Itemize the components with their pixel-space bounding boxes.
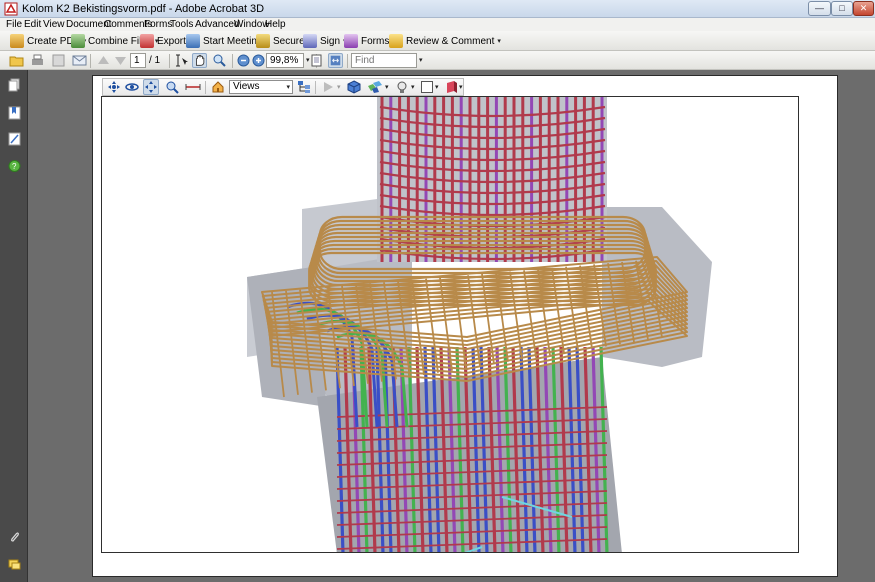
- toolbar-separator: [205, 81, 206, 94]
- title-bar: Kolom K2 Bekistingsvorm.pdf - Adobe Acro…: [0, 0, 875, 18]
- previous-page-icon[interactable]: [96, 53, 111, 68]
- views-dropdown[interactable]: Views ▾: [229, 80, 293, 94]
- toolbar-separator: [169, 54, 170, 68]
- menu-bar: File Edit View Document Comments Forms T…: [0, 18, 875, 31]
- render-mode-dropdown-icon[interactable]: ▾: [385, 83, 389, 91]
- find-dropdown-icon[interactable]: ▾: [419, 56, 423, 64]
- window-title: Kolom K2 Bekistingsvorm.pdf - Adobe Acro…: [22, 3, 265, 15]
- maximize-button[interactable]: □: [831, 1, 853, 16]
- lock-icon: [256, 34, 270, 48]
- menu-help[interactable]: Help: [265, 19, 286, 30]
- combine-files-icon: [71, 34, 85, 48]
- select-text-icon[interactable]: [174, 53, 189, 68]
- background-color-dropdown-icon[interactable]: ▾: [435, 83, 439, 91]
- help-icon[interactable]: ?: [8, 159, 21, 173]
- menu-forms[interactable]: Forms: [144, 19, 172, 30]
- toolbar-separator: [315, 81, 316, 94]
- save-icon[interactable]: [51, 53, 66, 68]
- projection-icon[interactable]: [347, 80, 361, 94]
- svg-text:?: ?: [12, 162, 17, 171]
- pen-icon: [303, 34, 317, 48]
- zoom-level-input[interactable]: 99,8%: [266, 53, 304, 68]
- next-page-icon[interactable]: [113, 53, 128, 68]
- 3d-viewport[interactable]: [101, 96, 799, 553]
- toolbar-separator: [232, 54, 233, 68]
- zoom-3d-icon[interactable]: [165, 80, 179, 94]
- comment-icon: [389, 34, 403, 48]
- comments-icon[interactable]: [8, 558, 21, 572]
- toolbar-separator: [90, 54, 91, 68]
- print-icon[interactable]: [30, 53, 45, 68]
- animation-dropdown-icon[interactable]: ▾: [337, 83, 341, 91]
- close-button[interactable]: ✕: [853, 1, 874, 16]
- export-button[interactable]: Export▾: [140, 33, 192, 49]
- signatures-icon[interactable]: [8, 132, 21, 146]
- rotate-icon[interactable]: [107, 80, 121, 94]
- menu-file[interactable]: File: [6, 19, 22, 30]
- marquee-zoom-icon[interactable]: [212, 53, 227, 68]
- fit-page-icon[interactable]: [309, 53, 324, 68]
- create-pdf-icon: [10, 34, 24, 48]
- spin-icon[interactable]: [125, 80, 139, 94]
- play-animation-icon[interactable]: [321, 80, 335, 94]
- rebar-3d-model: [247, 97, 712, 552]
- views-dropdown-icon: ▾: [286, 84, 290, 91]
- cross-section-dropdown-icon[interactable]: ▾: [459, 83, 463, 91]
- fit-width-icon[interactable]: [328, 53, 343, 68]
- tasks-toolbar: Create PDF▾ Combine Files▾ Export▾ Start…: [0, 31, 875, 51]
- page-number-input[interactable]: 1: [130, 53, 146, 68]
- email-icon[interactable]: [72, 53, 87, 68]
- menu-edit[interactable]: Edit: [24, 19, 41, 30]
- toolbar-separator: [347, 54, 348, 68]
- minimize-button[interactable]: —: [808, 1, 831, 16]
- meeting-icon: [186, 34, 200, 48]
- menu-view[interactable]: View: [43, 19, 65, 30]
- review-comment-button[interactable]: Review & Comment ▾: [389, 33, 501, 49]
- forms-icon: [344, 34, 358, 48]
- attachments-icon[interactable]: [8, 530, 21, 544]
- hand-tool-icon[interactable]: [192, 53, 207, 68]
- menu-tools[interactable]: Tools: [170, 19, 193, 30]
- cross-section-icon[interactable]: [445, 80, 459, 94]
- navigation-pane: ?: [0, 70, 28, 582]
- export-icon: [140, 34, 154, 48]
- bookmarks-icon[interactable]: [8, 106, 21, 120]
- pages-icon[interactable]: [8, 78, 21, 92]
- render-mode-icon[interactable]: [367, 80, 383, 94]
- model-tree-icon[interactable]: [297, 80, 311, 94]
- open-folder-icon[interactable]: [9, 53, 24, 68]
- sign-button[interactable]: Sign▾: [303, 33, 347, 49]
- 3d-toolbar: Views ▾ ▾ ▾ ▾ ▾ ▾: [102, 78, 464, 96]
- walk-icon[interactable]: [185, 80, 201, 94]
- acrobat-icon: [4, 2, 18, 16]
- zoom-out-icon[interactable]: [236, 53, 251, 68]
- background-color-icon[interactable]: [421, 81, 433, 93]
- page-total: / 1: [149, 55, 161, 66]
- pan-icon[interactable]: [143, 79, 159, 95]
- lighting-icon[interactable]: [395, 80, 409, 94]
- zoom-in-icon[interactable]: [251, 53, 266, 68]
- home-view-icon[interactable]: [211, 80, 225, 94]
- navigation-toolbar: 1 / 1 99,8% ▾ ▾: [0, 51, 875, 70]
- find-input[interactable]: [351, 53, 417, 68]
- lighting-dropdown-icon[interactable]: ▾: [411, 83, 415, 91]
- menu-advanced[interactable]: Advanced: [195, 19, 239, 30]
